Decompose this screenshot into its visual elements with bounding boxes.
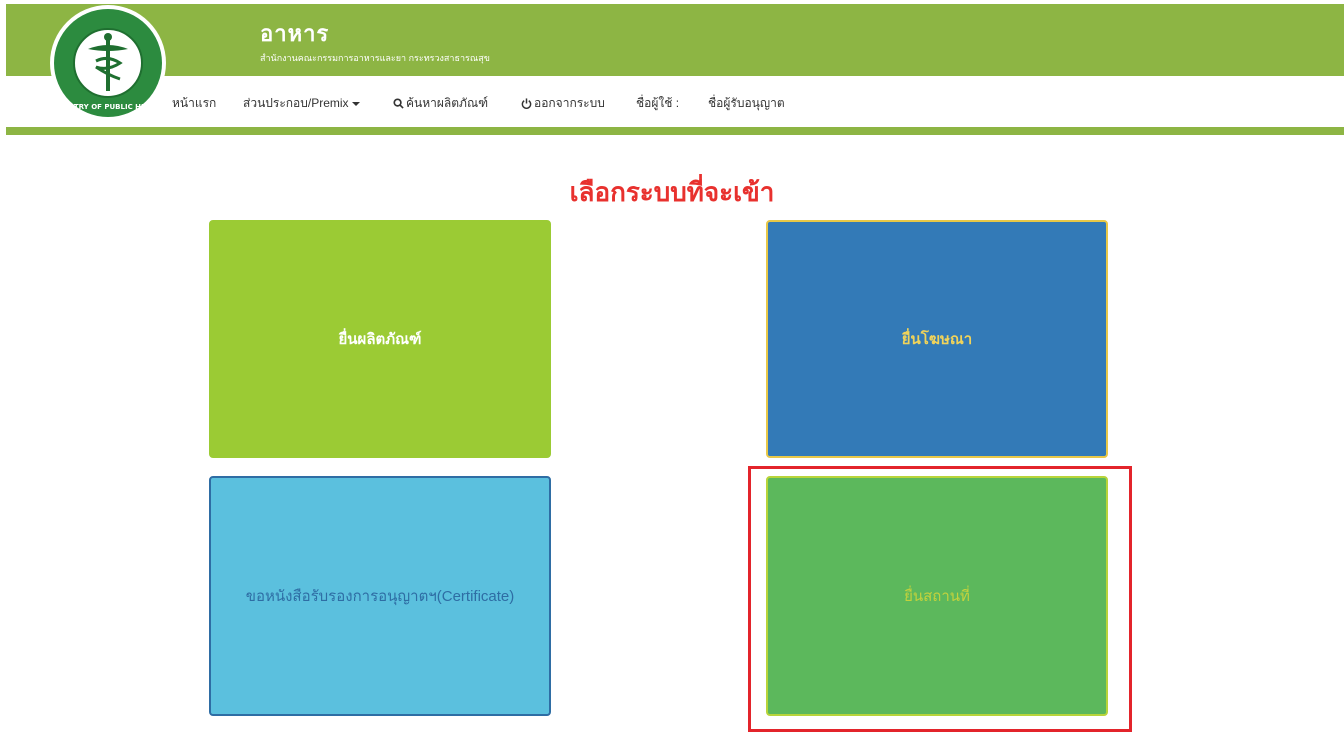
caduceus-icon: MINISTRY OF PUBLIC HEALTH (51, 28, 165, 111)
nav-home-link[interactable]: หน้าแรก (172, 94, 216, 113)
submit-premises-label: ยื่นสถานที่ (904, 588, 970, 605)
nav-premix-label: ส่วนประกอบ/Premix (243, 96, 349, 110)
search-icon (393, 98, 404, 109)
header-bar: อาหาร สำนักงานคณะกรรมการอาหารและยา กระทร… (6, 4, 1344, 76)
app-title: อาหาร (260, 21, 330, 46)
licensee-label: ชื่อผู้รับอนุญาต (708, 96, 785, 110)
submit-advertisement-button[interactable]: ยื่นโฆษณา (766, 220, 1108, 458)
app-subtitle: สำนักงานคณะกรรมการอาหารและยา กระทรวงสาธา… (260, 53, 490, 63)
request-certificate-button[interactable]: ขอหนังสือรับรองการอนุญาตฯ(Certificate) (209, 476, 551, 716)
nav-premix-dropdown[interactable]: ส่วนประกอบ/Premix (243, 94, 360, 113)
request-certificate-label: ขอหนังสือรับรองการอนุญาตฯ(Certificate) (245, 588, 515, 605)
nav-search-link[interactable]: ค้นหาผลิตภัณฑ์ (393, 94, 488, 113)
header-divider (6, 127, 1344, 135)
submit-advertisement-label: ยื่นโฆษณา (901, 331, 973, 348)
power-icon (521, 98, 532, 110)
nav-search-label: ค้นหาผลิตภัณฑ์ (406, 96, 489, 110)
caret-down-icon (351, 101, 360, 106)
nav-logout-label: ออกจากระบบ (534, 96, 605, 110)
main-navbar: หน้าแรก ส่วนประกอบ/Premix ค้นหาผลิตภัณฑ์… (0, 82, 1344, 120)
ministry-logo-icon[interactable]: MINISTRY OF PUBLIC HEALTH (50, 5, 166, 121)
nav-logout-link[interactable]: ออกจากระบบ (521, 94, 605, 113)
submit-product-label: ยื่นผลิตภัณฑ์ (338, 331, 422, 348)
username-label: ชื่อผู้ใช้ : (636, 96, 680, 110)
submit-premises-button[interactable]: ยื่นสถานที่ (766, 476, 1108, 716)
submit-product-button[interactable]: ยื่นผลิตภัณฑ์ (209, 220, 551, 458)
logo-text: MINISTRY OF PUBLIC HEALTH (51, 103, 165, 111)
page-heading: เลือกระบบที่จะเข้า (569, 177, 775, 207)
